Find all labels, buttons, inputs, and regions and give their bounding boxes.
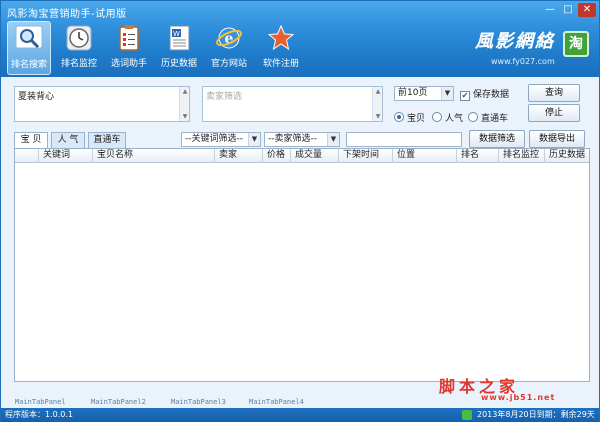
- column-header[interactable]: 位置: [393, 149, 457, 163]
- save-data-checkbox[interactable]: ✔ 保存数据: [460, 87, 509, 101]
- brand-logo: 風影網絡: [475, 31, 555, 52]
- seller-filter-select[interactable]: --卖家筛选-- ▼: [264, 132, 340, 147]
- shield-icon: [462, 410, 472, 420]
- magnifier-icon: [15, 25, 43, 49]
- scroll-up-arrow-icon[interactable]: ▲: [374, 88, 382, 95]
- chevron-down-icon: ▼: [248, 133, 260, 146]
- maximize-button[interactable]: □: [559, 3, 577, 17]
- tab-ztc[interactable]: 直通车: [88, 132, 126, 148]
- query-button[interactable]: 查询: [528, 84, 580, 102]
- column-header[interactable]: 下架时间: [339, 149, 393, 163]
- checkbox-check-icon: ✔: [460, 91, 470, 101]
- toolbar-register-button[interactable]: 软件注册: [259, 21, 303, 75]
- keyword-filter-value: --关键词筛选--: [185, 134, 243, 144]
- toolbar-history-button[interactable]: W 历史数据: [157, 21, 201, 75]
- radio-ztc[interactable]: 直通车: [468, 111, 508, 124]
- scroll-up-arrow-icon[interactable]: ▲: [181, 88, 189, 95]
- radio-dot-icon: [394, 112, 404, 122]
- panel-tab[interactable]: MainTabPanel4: [249, 398, 304, 406]
- radio-label: 宝贝: [407, 114, 426, 124]
- keyword-value: 夏装背心: [18, 92, 55, 102]
- keyword-scrollbar[interactable]: ▲ ▼: [179, 87, 189, 121]
- toolbar-label: 软件注册: [262, 59, 299, 69]
- toolbar-rank-monitor-button[interactable]: 排名监控: [57, 21, 101, 75]
- row-indicator-column: [15, 149, 39, 163]
- seller-filter-placeholder: 卖家筛选: [206, 92, 243, 102]
- data-filter-button[interactable]: 数据筛选: [469, 130, 525, 148]
- close-button[interactable]: ✕: [578, 3, 596, 17]
- keyword-textarea[interactable]: 夏装背心 ▲ ▼: [14, 86, 190, 122]
- radio-label: 人气: [445, 114, 464, 124]
- column-header[interactable]: 成交量: [291, 149, 339, 163]
- radio-label: 直通车: [481, 114, 509, 124]
- column-header[interactable]: 卖家: [215, 149, 263, 163]
- seller-filter-scrollbar[interactable]: ▲ ▼: [372, 87, 382, 121]
- column-header[interactable]: 排名监控: [499, 149, 545, 163]
- table-header: 关键词 宝贝名称 卖家 价格 成交量 下架时间 位置 排名 排名监控 历史数据: [15, 149, 589, 163]
- taobao-badge-icon: 淘: [563, 31, 589, 57]
- toolbar-label: 历史数据: [160, 59, 197, 69]
- document-icon: W: [169, 25, 190, 51]
- toolbar-official-site-button[interactable]: e 官方网站: [207, 21, 251, 75]
- stop-button[interactable]: 停止: [528, 104, 580, 122]
- toolbar-label: 选词助手: [110, 59, 147, 69]
- chevron-down-icon: ▼: [441, 87, 453, 100]
- clock-icon: [66, 25, 92, 51]
- pages-select-value: 前10页: [398, 88, 428, 98]
- brand-url: www.fy027.com: [491, 57, 555, 66]
- svg-text:W: W: [173, 30, 180, 38]
- title-toolbar-area: 风影淘宝营销助手-试用版 — □ ✕ 排名搜索 排名监控 选词助手 W 历史数据…: [1, 1, 599, 77]
- toolbar-label: 官方网站: [210, 59, 247, 69]
- panel-tab[interactable]: MainTabPanel3: [171, 398, 226, 406]
- save-data-label: 保存数据: [473, 90, 510, 100]
- chevron-down-icon: ▼: [327, 133, 339, 146]
- expiry-text: 2013年8月20日到期：剩余29天: [477, 410, 595, 419]
- panel-tab[interactable]: MainTabPanel2: [91, 398, 146, 406]
- column-header[interactable]: 历史数据: [545, 149, 589, 163]
- star-icon: [267, 24, 295, 51]
- tab-baobei[interactable]: 宝 贝: [14, 132, 48, 149]
- pages-select[interactable]: 前10页 ▼: [394, 86, 454, 101]
- version-text: 程序版本：1.0.0.1: [5, 410, 73, 419]
- toolbar-label: 排名监控: [60, 59, 97, 69]
- column-header[interactable]: 关键词: [39, 149, 93, 163]
- status-bar: 程序版本：1.0.0.1 2013年8月20日到期：剩余29天: [1, 408, 599, 422]
- seller-filter-value: --卖家筛选--: [268, 134, 317, 144]
- column-header[interactable]: 排名: [457, 149, 499, 163]
- radio-renqi[interactable]: 人气: [432, 111, 463, 124]
- column-header[interactable]: 价格: [263, 149, 291, 163]
- toolbar-label: 排名搜索: [10, 60, 47, 70]
- toolbar-word-helper-button[interactable]: 选词助手: [107, 21, 151, 75]
- scroll-down-arrow-icon[interactable]: ▼: [181, 113, 189, 120]
- radio-dot-icon: [432, 112, 442, 122]
- panel-tab[interactable]: MainTabPanel: [15, 398, 66, 406]
- app-window: 风影淘宝营销助手-试用版 — □ ✕ 排名搜索 排名监控 选词助手 W 历史数据…: [0, 0, 600, 422]
- column-header[interactable]: 宝贝名称: [93, 149, 215, 163]
- tab-renqi[interactable]: 人 气: [51, 132, 85, 148]
- data-export-button[interactable]: 数据导出: [529, 130, 585, 148]
- filter-text-input[interactable]: [346, 132, 462, 147]
- radio-dot-icon: [468, 112, 478, 122]
- minimize-button[interactable]: —: [541, 3, 559, 17]
- watermark-url: www.jb51.net: [481, 393, 556, 402]
- results-table[interactable]: 关键词 宝贝名称 卖家 价格 成交量 下架时间 位置 排名 排名监控 历史数据: [14, 148, 590, 382]
- radio-baobei[interactable]: 宝贝: [394, 111, 425, 124]
- window-title: 风影淘宝营销助手-试用版: [7, 9, 127, 20]
- toolbar-rank-search-button[interactable]: 排名搜索: [7, 21, 51, 75]
- seller-filter-textarea[interactable]: 卖家筛选 ▲ ▼: [202, 86, 383, 122]
- scroll-down-arrow-icon[interactable]: ▼: [374, 113, 382, 120]
- keyword-filter-select[interactable]: --关键词筛选-- ▼: [181, 132, 261, 147]
- clipboard-icon: [119, 25, 139, 51]
- ie-browser-icon: e: [216, 27, 242, 49]
